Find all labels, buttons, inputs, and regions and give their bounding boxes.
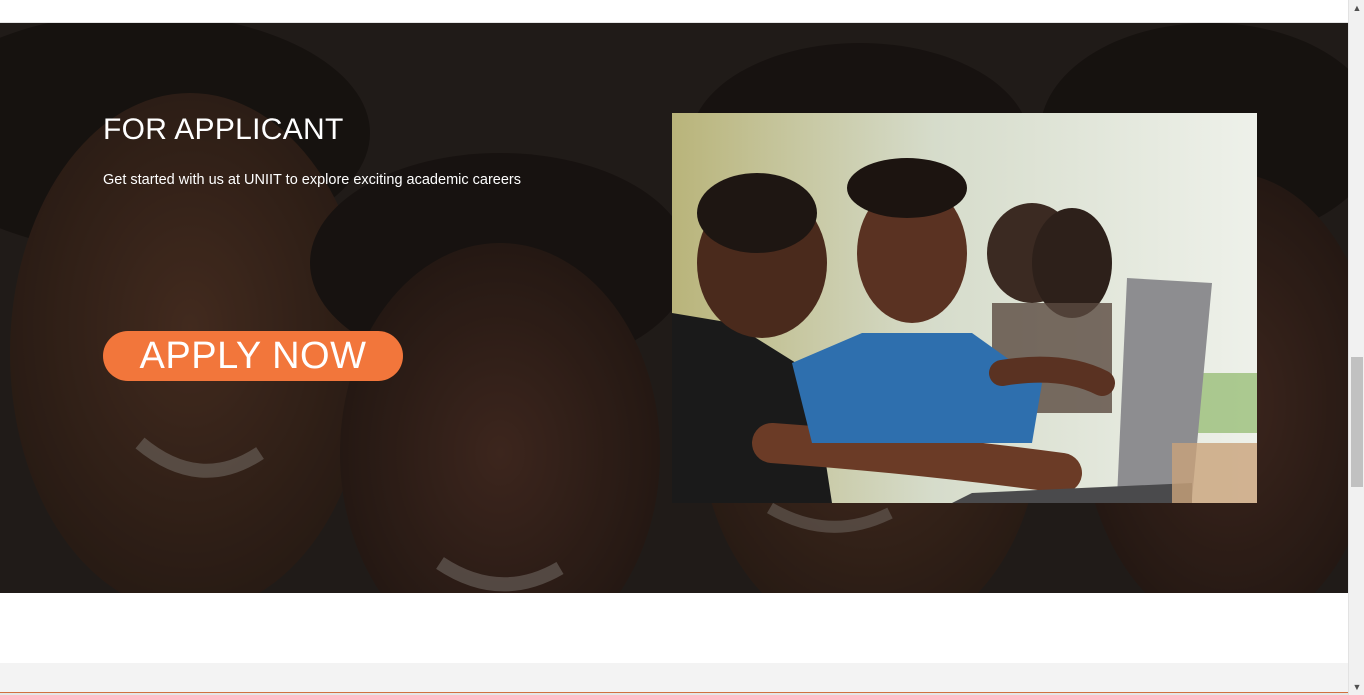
section-spacer bbox=[0, 593, 1348, 663]
students-laptop-photo bbox=[672, 113, 1257, 503]
vertical-scrollbar[interactable]: ▲ ▼ bbox=[1348, 0, 1364, 695]
applicant-hero-section: FOR APPLICANT Get started with us at UNI… bbox=[0, 23, 1348, 593]
top-strip bbox=[0, 0, 1348, 23]
next-section bbox=[0, 663, 1348, 692]
apply-now-button[interactable]: APPLY NOW bbox=[103, 331, 403, 381]
scroll-down-arrow-icon[interactable]: ▼ bbox=[1349, 679, 1364, 695]
hero-title: FOR APPLICANT bbox=[103, 113, 344, 146]
scroll-thumb[interactable] bbox=[1351, 357, 1363, 487]
page: FOR APPLICANT Get started with us at UNI… bbox=[0, 0, 1364, 695]
scroll-up-arrow-icon[interactable]: ▲ bbox=[1349, 0, 1364, 16]
hero-subtitle: Get started with us at UNIIT to explore … bbox=[103, 172, 521, 188]
